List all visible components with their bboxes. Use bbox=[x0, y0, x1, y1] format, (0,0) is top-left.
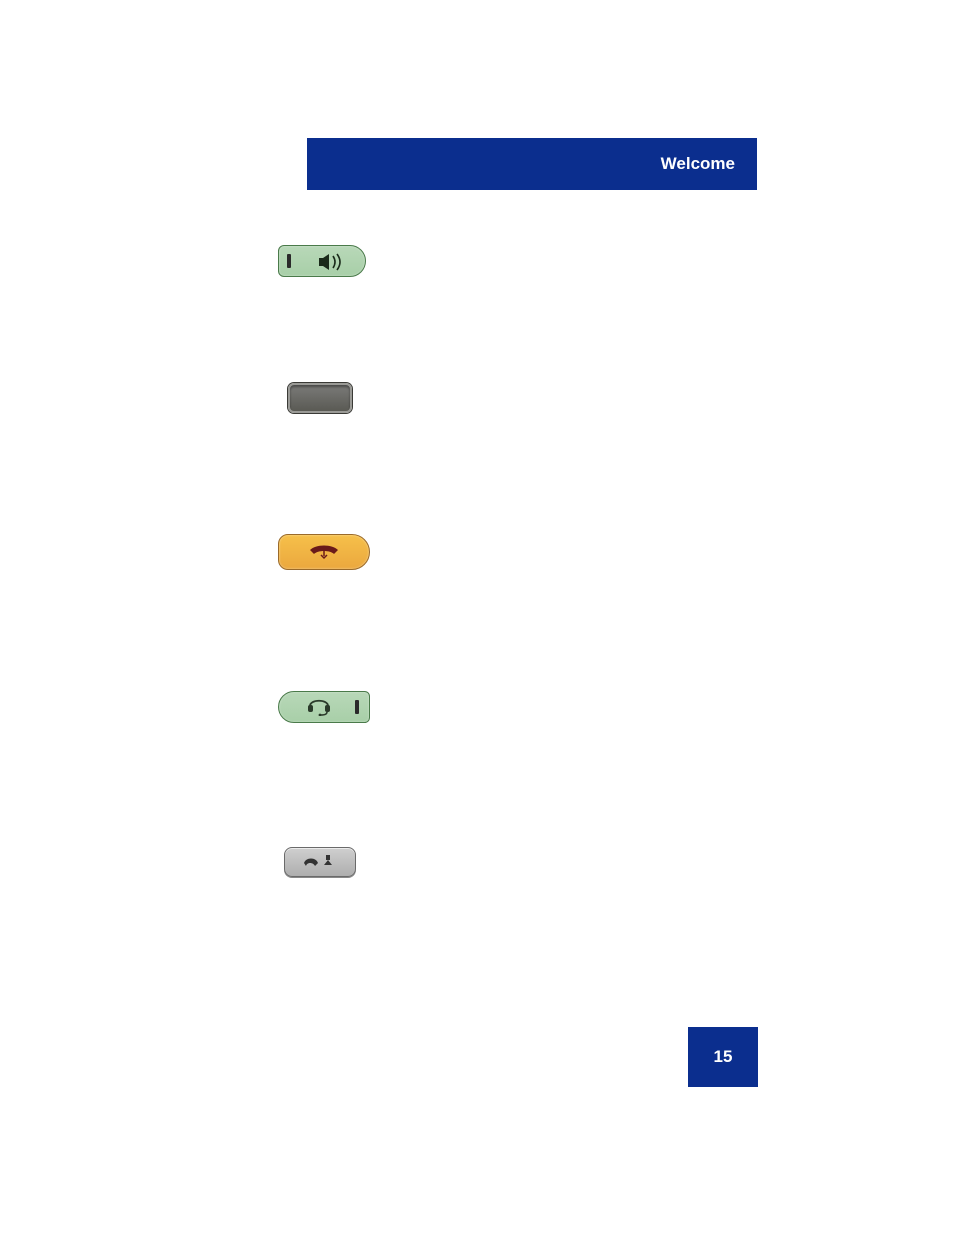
mute-key bbox=[288, 383, 352, 418]
page-header: Welcome bbox=[307, 138, 757, 190]
speaker-icon bbox=[317, 253, 333, 269]
hold-key bbox=[284, 847, 356, 877]
headset-key bbox=[278, 691, 370, 723]
handset-hold-icon bbox=[298, 851, 342, 874]
status-indicator-icon bbox=[355, 700, 359, 714]
status-indicator-icon bbox=[287, 254, 291, 268]
mute-button-graphic bbox=[288, 383, 352, 413]
goodbye-key bbox=[278, 534, 370, 570]
page-header-title: Welcome bbox=[661, 154, 735, 174]
handsfree-button-graphic bbox=[278, 245, 366, 277]
page-number-value: 15 bbox=[714, 1047, 733, 1067]
handset-down-icon bbox=[304, 540, 344, 565]
headset-icon bbox=[306, 694, 332, 721]
hold-button-graphic bbox=[284, 847, 356, 877]
headset-button-graphic bbox=[278, 691, 370, 723]
handsfree-key bbox=[278, 245, 366, 277]
goodbye-button-graphic bbox=[278, 534, 370, 570]
page-number: 15 bbox=[688, 1027, 758, 1087]
